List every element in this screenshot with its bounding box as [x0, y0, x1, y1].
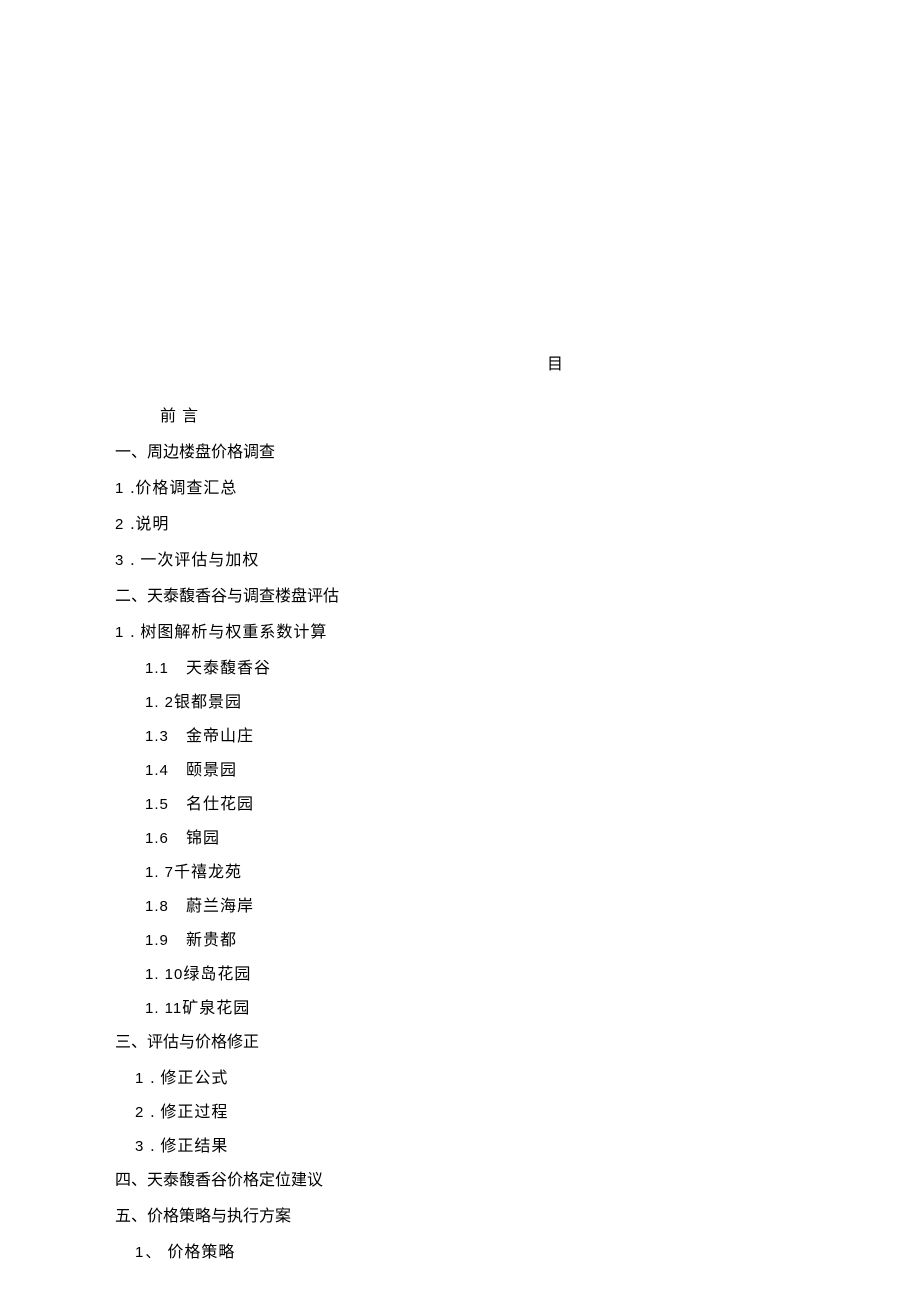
toc-numbered: 1 . 树图解析与权重系数计算	[115, 618, 805, 642]
toc-sub2-number: 1、	[135, 1241, 162, 1262]
toc-number: 1	[115, 624, 125, 641]
toc-sub2-text: . 修正公式	[150, 1070, 228, 1087]
toc-subnumber: 1. 10	[145, 966, 183, 983]
toc-sub2-number: 3	[135, 1138, 145, 1155]
toc-subitem: 1.5 名仕花园	[115, 790, 805, 814]
toc-subnumber: 1. 7	[145, 864, 174, 881]
toc-heading: 五、价格策略与执行方案	[115, 1202, 805, 1226]
toc-heading: 二、天泰馥香谷与调查楼盘评估	[115, 582, 805, 606]
toc-subitem: 1.4 颐景园	[115, 756, 805, 780]
toc-subitem: 1.3 金帝山庄	[115, 722, 805, 746]
toc-subitem: 1.1 天泰馥香谷	[115, 654, 805, 678]
toc-subtext: 颐景园	[186, 762, 237, 779]
toc-sub2: 1 . 修正公式	[115, 1064, 805, 1088]
toc-subitem: 1. 11矿泉花园	[115, 994, 805, 1018]
toc-numbered: 3 . 一次评估与加权	[115, 546, 805, 570]
toc-subnumber: 1.8	[145, 898, 181, 915]
toc-subnumber: 1.5	[145, 796, 181, 813]
toc-header: 目	[115, 350, 805, 374]
toc-heading: 四、天泰馥香谷价格定位建议	[115, 1166, 805, 1190]
toc-subitem: 1. 2银都景园	[115, 688, 805, 712]
toc-sub2-text: . 修正结果	[150, 1138, 228, 1155]
toc-body: 一、周边楼盘价格调查1 .价格调查汇总2 .说明3 . 一次评估与加权二、天泰馥…	[115, 438, 805, 1262]
toc-subitem: 1.6 锦园	[115, 824, 805, 848]
toc-text: . 一次评估与加权	[130, 552, 259, 569]
toc-numbered: 1 .价格调查汇总	[115, 474, 805, 498]
toc-sub2: 3 . 修正结果	[115, 1132, 805, 1156]
toc-subitem: 1.8 蔚兰海岸	[115, 892, 805, 916]
toc-subnumber: 1. 2	[145, 694, 174, 711]
toc-subtext: 矿泉花园	[182, 1000, 250, 1017]
toc-subitem: 1. 10绿岛花园	[115, 960, 805, 984]
toc-number: 1	[115, 480, 125, 497]
toc-sub2-text: . 修正过程	[150, 1104, 228, 1121]
toc-subnumber: 1.6	[145, 830, 181, 847]
toc-sub2-number: 2	[135, 1104, 145, 1121]
toc-subtext: 天泰馥香谷	[186, 660, 271, 677]
toc-subnumber: 1.1	[145, 660, 181, 677]
toc-subtext: 金帝山庄	[186, 728, 254, 745]
toc-subtext: 千禧龙苑	[174, 864, 242, 881]
toc-subnumber: 1.4	[145, 762, 181, 779]
toc-subnumber: 1.9	[145, 932, 181, 949]
toc-sub2-text: 价格策略	[167, 1244, 235, 1261]
toc-text: . 树图解析与权重系数计算	[130, 624, 327, 641]
toc-subitem: 1.9 新贵都	[115, 926, 805, 950]
toc-subtext: 绿岛花园	[183, 966, 251, 983]
toc-subnumber: 1. 11	[145, 1000, 182, 1017]
toc-subtext: 新贵都	[186, 932, 237, 949]
toc-number: 2	[115, 516, 125, 533]
toc-subtext: 锦园	[186, 830, 220, 847]
document-page: 目 前 言 一、周边楼盘价格调查 1 .价格调查汇总 2 .说明 3 . 一次评估与加…	[0, 0, 920, 1262]
toc-text: .价格调查汇总	[130, 480, 237, 497]
toc-subtext: 蔚兰海岸	[186, 898, 254, 915]
toc-numbered: 2 .说明	[115, 510, 805, 534]
toc-sub2-cn: 1、 价格策略	[115, 1238, 805, 1262]
toc-heading: 一、周边楼盘价格调查	[115, 438, 805, 462]
toc-sub2: 2 . 修正过程	[115, 1098, 805, 1122]
toc-number: 3	[115, 552, 125, 569]
toc-subnumber: 1.3	[145, 728, 181, 745]
toc-subtext: 银都景园	[174, 694, 242, 711]
toc-sub2-number: 1	[135, 1070, 145, 1087]
toc-subitem: 1. 7千禧龙苑	[115, 858, 805, 882]
toc-subtext: 名仕花园	[186, 796, 254, 813]
toc-text: .说明	[130, 516, 169, 533]
preface-line: 前 言	[115, 402, 805, 426]
toc-heading: 三、评估与价格修正	[115, 1028, 805, 1052]
